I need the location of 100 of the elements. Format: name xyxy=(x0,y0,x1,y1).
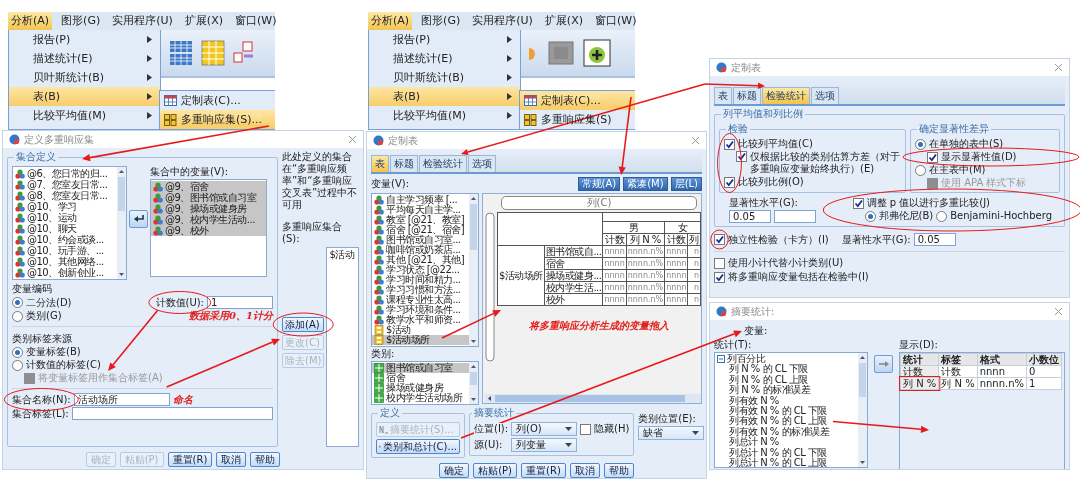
scrollbar[interactable] xyxy=(117,167,126,279)
list-item[interactable]: 宿舍 [@21、宿舍] xyxy=(372,225,469,235)
button[interactable]: 取消 xyxy=(216,452,247,467)
list-item[interactable]: 教学水平和师资... xyxy=(372,315,469,325)
list-item[interactable]: @9、宿舍 xyxy=(151,181,266,192)
statistics-tree[interactable]: 列百分比 列 N % 的 CL 下限 列 N % 的 CL 上限 列 N % 的标准误差 列有效 N % 列有效 N % 的 CL 下限 列有效 N % 的 CL 上限 列有效 N % 的标准误差 列总计 N % 列总计 N % 的 CL 下限 列总计 N % 的 CL 上限 xyxy=(714,352,868,468)
list-item[interactable]: @9、操场或健身房 xyxy=(151,203,266,214)
tree-item[interactable]: 列百分比 xyxy=(715,354,858,365)
input-field[interactable] xyxy=(774,210,816,223)
menu-item[interactable]: 表(B) xyxy=(9,87,160,106)
menu-bar-item[interactable]: 实用程序(U) xyxy=(469,12,536,30)
list-item[interactable]: 咖啡馆或奶茶店... xyxy=(372,245,469,255)
tab[interactable]: 表 xyxy=(714,87,732,104)
radio-button[interactable] xyxy=(864,210,876,222)
list-item[interactable]: $活动 xyxy=(372,325,469,335)
tab[interactable]: 检验统计 xyxy=(762,87,810,104)
scrollbar[interactable] xyxy=(469,362,478,404)
menu-bar-item[interactable]: 窗口(W) xyxy=(592,12,640,30)
list-item[interactable]: 其他 [@21、其他] xyxy=(372,255,469,265)
radio-button[interactable] xyxy=(12,346,23,358)
menu-item[interactable]: 比较平均值(M) xyxy=(9,106,160,125)
button[interactable]: 帮助 xyxy=(603,463,634,478)
list-item[interactable]: 学习习惯和方法... xyxy=(372,285,469,295)
dropdown[interactable]: 缺省 xyxy=(638,426,705,440)
tree-item[interactable]: 列 N % 的标准误差 xyxy=(715,385,813,396)
list-item[interactable]: @10、玩手游、... xyxy=(13,245,117,256)
menu-item[interactable]: 描述统计(E) xyxy=(9,49,160,68)
table-cell[interactable]: 0 xyxy=(1026,365,1062,378)
tab[interactable]: 标题 xyxy=(390,155,418,172)
checkbox[interactable] xyxy=(852,197,864,209)
table-cell[interactable]: 列 N % xyxy=(938,377,978,390)
checkbox[interactable] xyxy=(927,151,938,163)
button[interactable]: 取消 xyxy=(569,463,600,478)
button[interactable]: 帮助 xyxy=(250,452,281,467)
radio-button[interactable] xyxy=(12,297,23,308)
button[interactable]: 重置(R) xyxy=(167,452,213,467)
radio-button[interactable] xyxy=(915,138,926,150)
menu-bar-item[interactable]: 窗口(W) xyxy=(232,12,280,30)
button[interactable]: 粘贴(P) xyxy=(473,463,518,478)
list-item[interactable]: @10、聊天 xyxy=(13,223,117,234)
checkbox[interactable] xyxy=(724,176,735,188)
menu-item[interactable]: 定制表(C)... xyxy=(520,91,635,110)
tree-item[interactable]: 列总计 N % 的 CL 下限 xyxy=(715,447,829,458)
menu-bar-item[interactable]: 实用程序(U) xyxy=(109,12,176,30)
scrollbar[interactable] xyxy=(485,394,701,403)
menu-item[interactable]: 定制表(C)... xyxy=(160,91,275,110)
tree-item[interactable]: 列有效 N % xyxy=(715,395,781,406)
tree-item[interactable]: 列总计 N % 的 CL 上限 xyxy=(715,457,829,467)
list-item[interactable]: 校内学生活动场所 xyxy=(372,393,469,403)
tab[interactable]: 检验统计 xyxy=(419,155,467,172)
input-field[interactable]: 活动场所 xyxy=(73,393,170,406)
list-item[interactable]: @7、您室友日常... xyxy=(13,179,117,190)
input-field[interactable] xyxy=(71,407,273,420)
move-button[interactable] xyxy=(129,210,148,228)
radio-button[interactable] xyxy=(915,164,926,176)
tree-item[interactable]: 列有效 N % 的 CL 下限 xyxy=(715,405,829,417)
checkbox[interactable] xyxy=(714,271,725,283)
menu-item[interactable]: 描述统计(E) xyxy=(369,49,520,68)
list-item[interactable]: $活动场所 xyxy=(372,335,469,345)
collapse-icon[interactable] xyxy=(717,355,725,364)
menu-bar-item[interactable]: 扩展(X) xyxy=(181,12,226,30)
list-item[interactable]: 宿舍 xyxy=(372,373,469,383)
menu-bar-item[interactable]: 图形(G) xyxy=(58,12,104,30)
close-icon[interactable] xyxy=(348,135,357,144)
grid-icon[interactable] xyxy=(201,40,225,66)
tab[interactable]: 选项 xyxy=(468,155,496,172)
button[interactable]: 添加(A) xyxy=(282,317,325,332)
list-item[interactable]: @8、您室友日常... xyxy=(13,190,117,201)
table-cell[interactable]: nnnn xyxy=(977,365,1027,378)
set-list[interactable]: $活动 xyxy=(326,247,359,447)
selected-variable-list[interactable]: @9、宿舍 @9、图书馆或自习室 @9、操场或健身房 @9、校内学生活动... @9、校外 xyxy=(150,179,267,277)
list-item[interactable]: @10、创新创业... xyxy=(13,267,117,278)
table-cell[interactable]: 1 xyxy=(1026,377,1062,390)
list-item[interactable]: 平均每天自主学... xyxy=(372,205,469,215)
button[interactable]: 紧凑(M) xyxy=(623,177,668,191)
list-item[interactable]: @10、约会或谈... xyxy=(13,234,117,245)
close-icon[interactable] xyxy=(1054,307,1063,316)
menu-item[interactable]: 贝叶斯统计(B) xyxy=(9,68,160,87)
list-item[interactable]: 图书馆或自习室 xyxy=(372,363,469,373)
checkbox[interactable] xyxy=(714,257,725,269)
button[interactable]: 常规(A) xyxy=(577,177,621,191)
close-icon[interactable] xyxy=(1054,63,1063,72)
list-item[interactable]: @9、校内学生活动... xyxy=(151,214,266,225)
radio-button[interactable] xyxy=(12,359,23,371)
input-field[interactable]: 0.05 xyxy=(729,210,771,223)
dropdown[interactable]: 列(O) xyxy=(511,422,577,436)
menu-item[interactable]: 报告(P) xyxy=(9,30,160,49)
input-field[interactable]: 0.05 xyxy=(913,233,956,246)
plus-icon[interactable] xyxy=(583,39,611,67)
checkbox[interactable] xyxy=(724,138,735,150)
list-item[interactable]: @10、运动 xyxy=(13,212,117,223)
list-item[interactable]: 教室 [@21、教室] xyxy=(372,215,469,225)
list-item[interactable]: 课程专业性太高... xyxy=(372,295,469,305)
list-item[interactable]: 学习时间和精力... xyxy=(372,275,469,285)
list-item[interactable]: $活动 xyxy=(327,249,358,260)
radio-button[interactable] xyxy=(936,210,948,222)
checkbox[interactable] xyxy=(580,423,591,435)
tab[interactable]: 标题 xyxy=(733,87,761,104)
tab[interactable]: 表 xyxy=(371,155,389,172)
tree-item[interactable]: 列有效 N % 的 CL 上限 xyxy=(715,416,829,427)
